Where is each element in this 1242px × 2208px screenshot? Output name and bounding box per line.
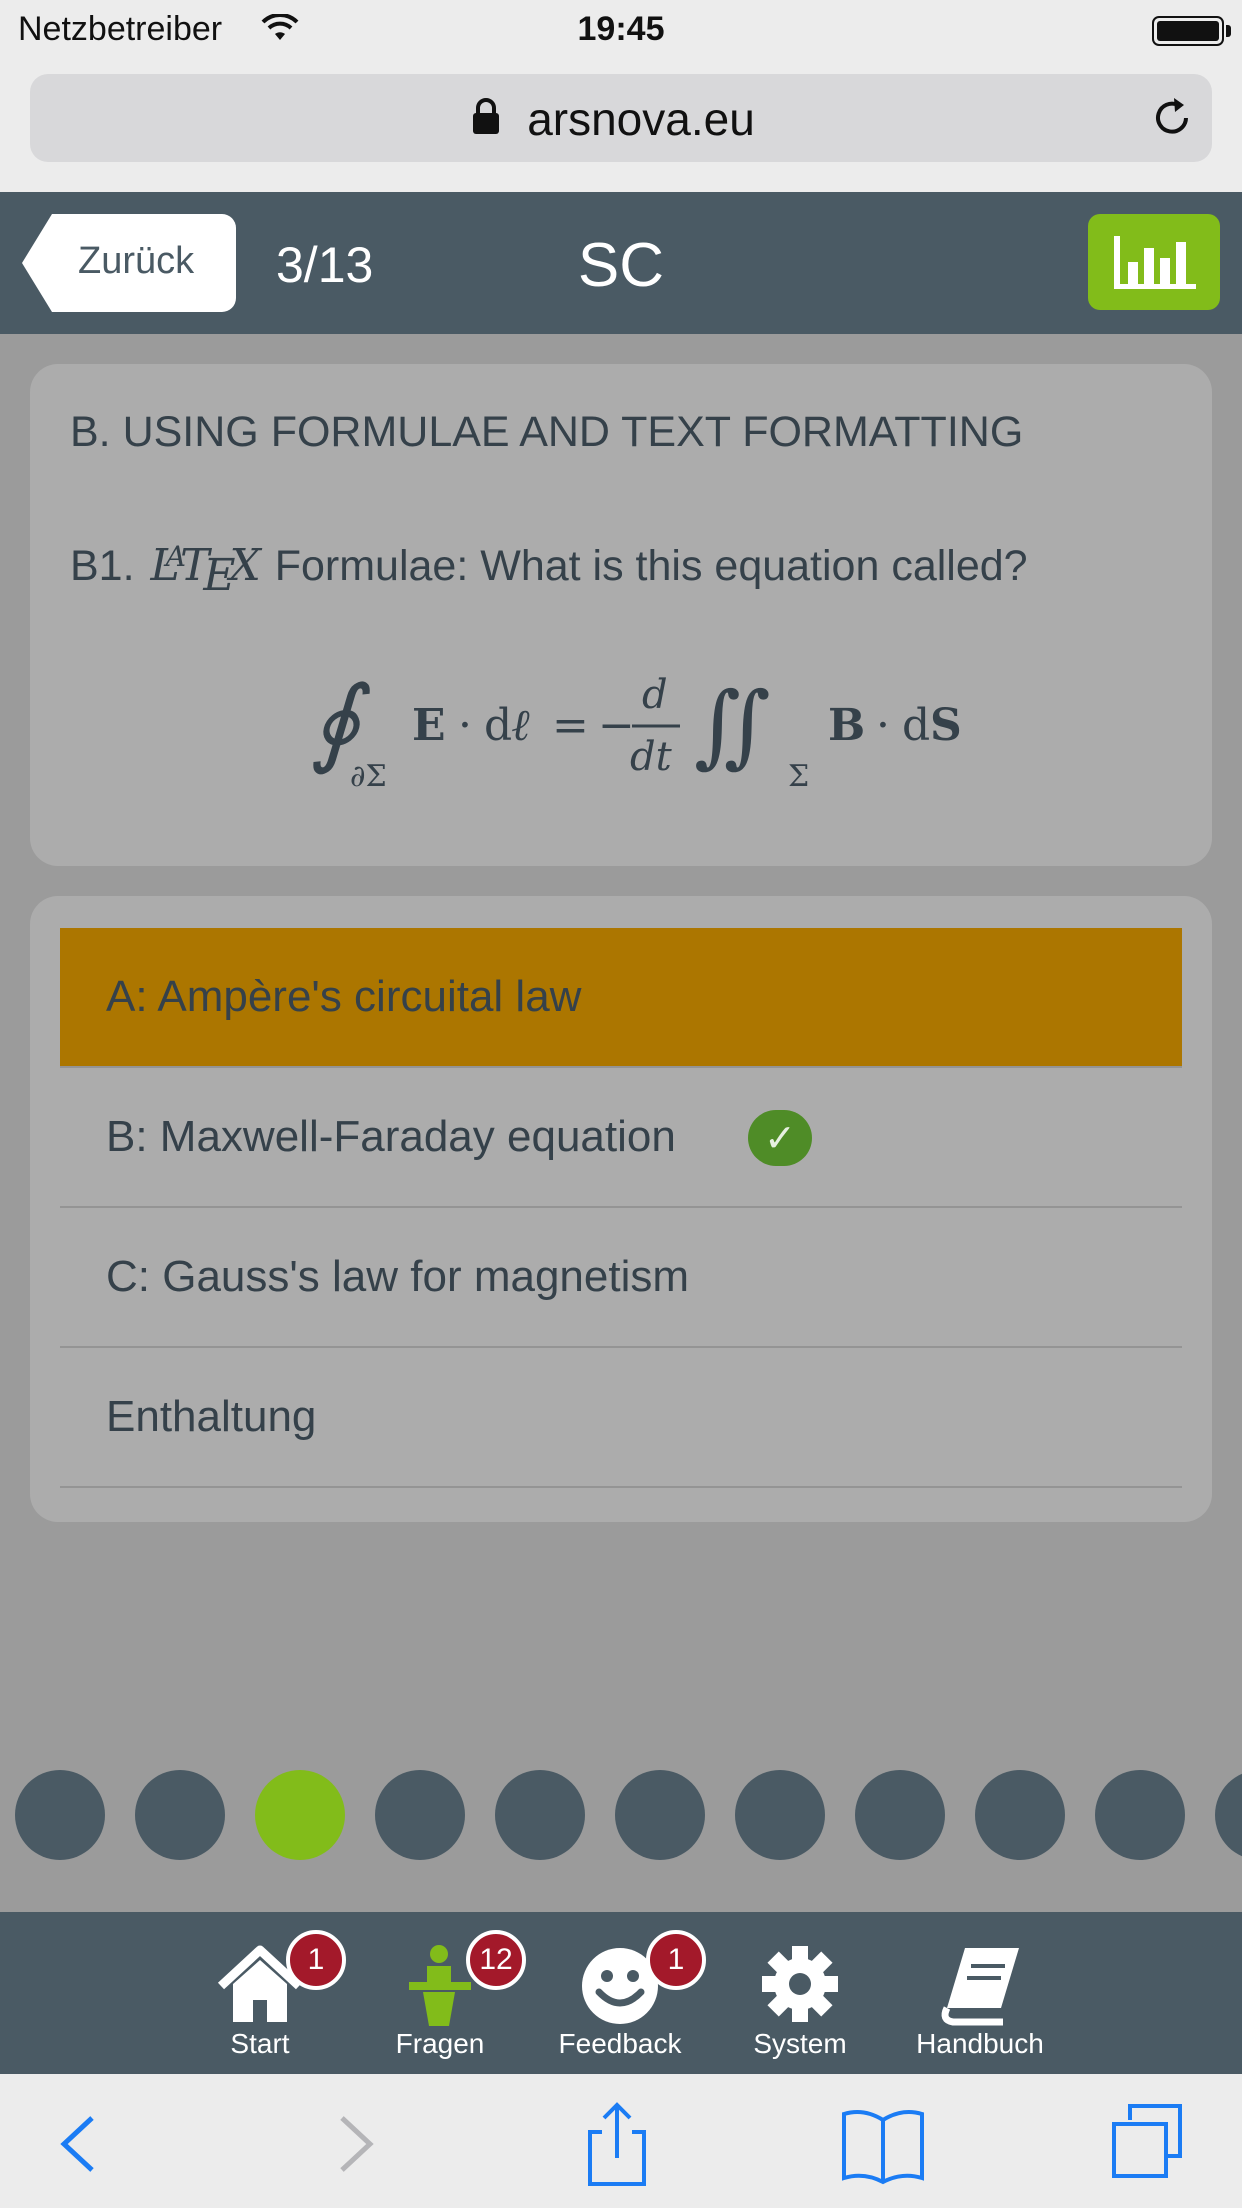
answer-label: Enthaltung	[106, 1392, 317, 1441]
svg-text:∂Σ: ∂Σ	[350, 759, 387, 794]
bookmarks-icon[interactable]	[838, 2102, 928, 2186]
svg-text:d: d	[484, 700, 512, 751]
svg-text:Σ: Σ	[788, 759, 809, 794]
question-card: B. USING FORMULAE AND TEXT FORMATTING B1…	[30, 364, 1212, 866]
share-icon[interactable]	[572, 2102, 662, 2186]
page-dot-4[interactable]	[375, 1770, 465, 1860]
app-header: Zurück 3/13 SC	[0, 192, 1242, 334]
notification-badge: 12	[466, 1930, 526, 1990]
battery-icon	[1152, 16, 1224, 46]
tab-start[interactable]: Start 1	[170, 1912, 350, 2074]
svg-text:·: ·	[876, 700, 890, 751]
svg-text:d: d	[642, 672, 668, 718]
svg-text:E: E	[412, 700, 446, 751]
status-bar: Netzbetreiber 19:45	[0, 0, 1242, 62]
answer-option-a[interactable]: A: Ampère's circuital law	[60, 928, 1182, 1068]
page-dot-2[interactable]	[135, 1770, 225, 1860]
svg-text:dt: dt	[630, 734, 673, 780]
notification-badge: 1	[646, 1930, 706, 1990]
page-dot-1[interactable]	[15, 1770, 105, 1860]
page-dot-3-current[interactable]	[255, 1770, 345, 1860]
statistics-button[interactable]	[1088, 214, 1220, 310]
svg-text:·: ·	[458, 700, 472, 751]
page-dot-10[interactable]	[1095, 1770, 1185, 1860]
tab-label: System	[753, 2028, 847, 2059]
correct-check-icon: ✓	[748, 1110, 812, 1166]
tab-label: Handbuch	[916, 2028, 1044, 2059]
tabs-overview-icon[interactable]	[1104, 2102, 1194, 2186]
status-time: 19:45	[577, 10, 665, 48]
question-text: B1. LATEX Formulae: What is this equatio…	[70, 540, 1028, 601]
book-icon	[941, 1948, 1019, 2026]
browser-address-area: arsnova.eu	[0, 62, 1242, 192]
answer-option-b[interactable]: B: Maxwell-Faraday equation ✓	[60, 1068, 1182, 1208]
tab-label: Start	[230, 2028, 290, 2059]
gear-icon	[762, 1946, 838, 2022]
svg-text:S: S	[930, 700, 962, 751]
svg-text:d: d	[902, 700, 930, 751]
address-bar[interactable]: arsnova.eu	[30, 74, 1212, 162]
question-body: Formulae: What is this equation called?	[274, 542, 1028, 590]
answer-label: A: Ampère's circuital law	[106, 972, 582, 1021]
latex-logo: LATEX	[150, 540, 261, 601]
tab-system[interactable]: System	[710, 1912, 890, 2074]
maxwell-faraday-formula: ∮ ∂Σ E · d ℓ = − d dt ∬ Σ B · d S	[310, 665, 962, 794]
browser-forward-icon[interactable]	[310, 2102, 400, 2186]
answer-label: C: Gauss's law for magnetism	[106, 1252, 690, 1301]
answer-card: A: Ampère's circuital law B: Maxwell-Far…	[30, 896, 1212, 1522]
url-text: arsnova.eu	[527, 93, 755, 145]
tab-fragen[interactable]: Fragen 12	[350, 1912, 530, 2074]
tab-handbuch[interactable]: Handbuch	[890, 1912, 1070, 2074]
svg-text:ℓ: ℓ	[512, 700, 531, 751]
tab-feedback[interactable]: Feedback 1	[530, 1912, 710, 2074]
question-prefix: B1.	[70, 542, 135, 590]
answer-label: B: Maxwell-Faraday equation	[106, 1112, 676, 1161]
tab-label: Feedback	[558, 2028, 682, 2059]
page-dot-11[interactable]	[1215, 1770, 1242, 1860]
page-dot-8[interactable]	[855, 1770, 945, 1860]
reload-icon[interactable]	[1148, 94, 1196, 142]
tab-label: Fragen	[395, 2028, 485, 2059]
svg-text:B: B	[828, 700, 865, 751]
page-dot-7[interactable]	[735, 1770, 825, 1860]
svg-text:=: =	[552, 700, 589, 751]
bar-chart-icon	[1114, 236, 1196, 289]
question-pagination	[0, 1770, 1242, 1862]
battery-tip	[1226, 25, 1231, 37]
page-dot-9[interactable]	[975, 1770, 1065, 1860]
answer-option-abstain[interactable]: Enthaltung	[60, 1348, 1182, 1488]
browser-toolbar	[0, 2074, 1242, 2208]
page-dot-5[interactable]	[495, 1770, 585, 1860]
svg-text:∬: ∬	[694, 673, 771, 778]
notification-badge: 1	[286, 1930, 346, 1990]
answer-option-c[interactable]: C: Gauss's law for magnetism	[60, 1208, 1182, 1348]
browser-back-icon[interactable]	[34, 2102, 124, 2186]
question-type-title: SC	[577, 231, 665, 300]
question-section-title: B. USING FORMULAE AND TEXT FORMATTING	[70, 408, 1024, 456]
page-dot-6[interactable]	[615, 1770, 705, 1860]
app-tab-bar: Start 1 Fragen 12 Feedback 1 System Hand…	[0, 1912, 1242, 2074]
